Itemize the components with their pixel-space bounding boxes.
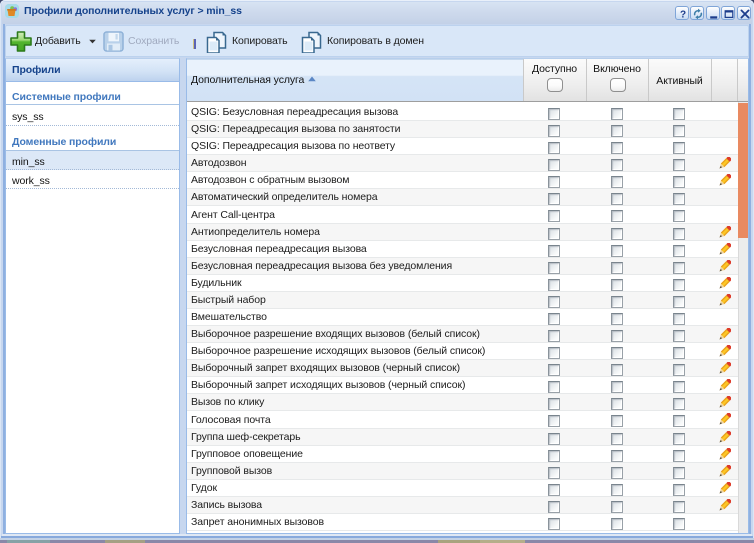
svg-text:?: ? xyxy=(680,10,686,21)
